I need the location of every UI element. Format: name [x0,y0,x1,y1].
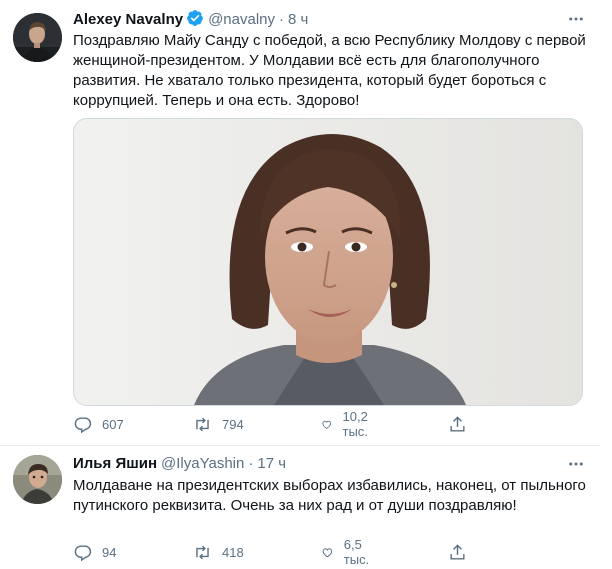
separator-dot: · [279,11,285,28]
retweet-button[interactable]: 794 [193,414,244,434]
share-icon [450,415,465,432]
reply-icon [74,416,92,433]
reply-count: 607 [102,416,124,432]
timestamp[interactable]: 17 ч [257,455,286,472]
author-name[interactable]: Илья Яшин [73,455,157,472]
tweet-text: Молдаване на президентских выборах избав… [73,477,586,514]
avatar[interactable] [13,13,62,62]
tweet-media-image[interactable] [73,118,583,406]
tweet-text: Поздравляю Майу Санду с победой, а всю Р… [73,32,586,109]
like-count: 10,2 тыс. [342,409,368,439]
like-button[interactable]: 10,2 тыс. [321,409,375,439]
reply-button[interactable]: 607 [73,414,124,434]
retweet-count: 794 [222,416,244,432]
retweet-icon [196,545,209,559]
separator-dot: · [248,455,254,472]
share-icon [450,543,465,560]
tweet[interactable]: Alexey Navalny @navalny · 8 ч Поздравляю Ма… [0,0,600,446]
tweet-header: Alexey Navalny @navalny · 8 ч [73,9,308,33]
retweet-count: 418 [222,544,244,560]
verified-badge-icon [186,9,204,33]
tweet[interactable]: Илья Яшин @IlyaYashin · 17 ч Молдаване на п… [0,446,600,569]
reply-icon [74,544,92,561]
author-handle[interactable]: @navalny [208,11,275,28]
tweet-header: Илья Яшин @IlyaYashin · 17 ч [73,454,286,474]
more-icon[interactable] [566,454,586,474]
like-count: 6,5 тыс. [343,537,370,567]
like-icon [322,420,332,429]
author-handle[interactable]: @IlyaYashin [161,455,244,472]
avatar[interactable] [13,455,62,504]
like-icon [322,547,333,557]
retweet-icon [196,417,209,431]
reply-count: 94 [102,544,117,560]
timestamp[interactable]: 8 ч [288,11,308,28]
more-icon[interactable] [566,9,586,29]
retweet-button[interactable]: 418 [193,542,244,562]
share-button[interactable] [448,414,467,434]
like-button[interactable]: 6,5 тыс. [321,537,375,567]
author-name[interactable]: Alexey Navalny [73,11,183,28]
share-button[interactable] [448,542,467,562]
reply-button[interactable]: 94 [73,542,116,562]
